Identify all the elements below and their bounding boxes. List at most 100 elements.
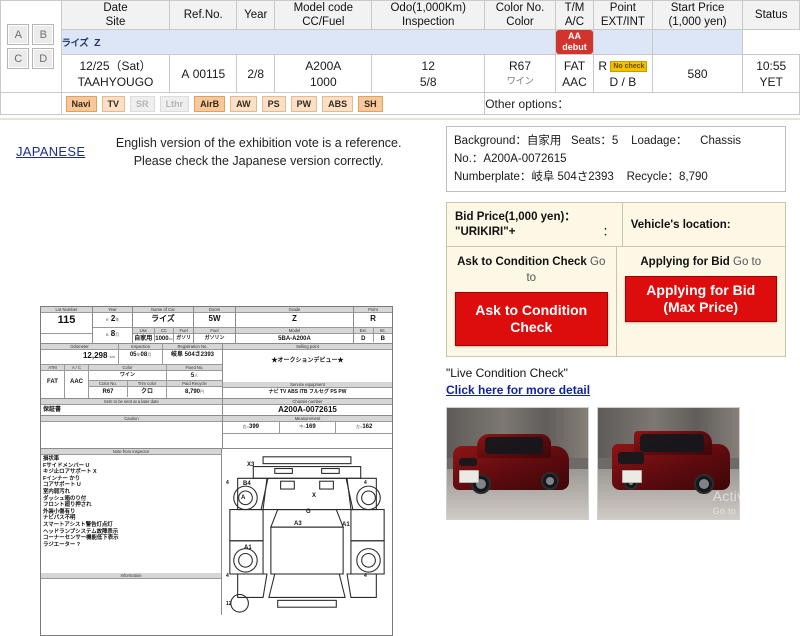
sheet-inspector-notes: Note from inspector 損状車 Fサイドメンバー U キジ止ロアサポ…	[41, 449, 222, 615]
vehicle-info-box: Background：自家用 Seats：5 Loadage： Chassis …	[446, 126, 786, 192]
corner-button-group: A B C D	[0, 0, 62, 93]
header-color: Color No. Color	[484, 0, 556, 30]
inspector-note-line: スマートアシスト警告灯点灯	[43, 521, 113, 528]
option-badge-navi[interactable]: Navi	[65, 95, 97, 112]
point-value: R	[598, 58, 607, 73]
sheet-row-item-chassis: Item to be sent at a later date 保証書 Chas…	[41, 399, 392, 416]
sheet-measurement: Measurement 右=399 中=169 左=162	[223, 416, 392, 448]
ask-condition-column: Ask to Condition Check Go to Ask to Cond…	[447, 247, 617, 356]
live-condition-check-label: "Live Condition Check"	[446, 366, 568, 380]
option-badge-sh[interactable]: SH	[358, 95, 383, 112]
corner-button-a[interactable]: A	[7, 24, 30, 45]
header-date-site: Date Site	[60, 0, 171, 30]
inspector-note-line: フロント廻り押され	[43, 502, 92, 509]
diagram-mark-x: X	[312, 493, 317, 499]
cell-year: 2/8	[236, 54, 276, 93]
cell-status: 10:55 YET	[742, 54, 800, 93]
right-column: Background：自家用 Seats：5 Loadage： Chassis …	[440, 120, 800, 520]
header-model-code: Model code CC/Fuel	[274, 0, 373, 30]
sheet-point-ext-int: Point R Ext. D Int. B	[354, 307, 392, 343]
left-column: JAPANESE English version of the exhibiti…	[0, 120, 440, 636]
bid-panel: Bid Price(1,000 yen)： "URIKIRI"+ ： Vehic…	[446, 202, 786, 357]
table-header-row: A B C D Date Site Ref.No. Year Model code…	[0, 0, 800, 93]
option-badge-ps[interactable]: PS	[261, 95, 286, 112]
cell-tm-ac: FAT AAC	[554, 54, 595, 93]
option-badge-airb[interactable]: AirB	[194, 95, 226, 112]
sheet-name-of-car-block: Name of Car ライズ Use 自家用 CC 1000cc Fuel ガ…	[133, 307, 194, 350]
inspector-note-line: 室内弱汚れ	[43, 488, 70, 495]
diagram-mark-4-fr: 4	[364, 480, 367, 486]
sheet-caution: Caution	[41, 416, 223, 448]
car-grade: Z	[94, 37, 101, 49]
car-damage-diagram[interactable]: X3 B4 A X G A3 A1 A1 4 4 4 4 12	[222, 449, 392, 615]
cell-color: R67 ワイン	[484, 54, 556, 93]
aa-debut-badge: AA debut	[555, 30, 594, 54]
diagram-mark-b4: B4	[243, 481, 251, 487]
header-status: Status	[742, 0, 800, 30]
bid-price-section: Bid Price(1,000 yen)： "URIKIRI"+ ：	[447, 203, 623, 246]
ask-to-condition-check-button[interactable]: Ask to Condition Check	[455, 292, 608, 346]
diagram-mark-g: G	[306, 509, 311, 515]
applying-bid-column: Applying for Bid Go to Applying for Bid …	[617, 247, 786, 356]
option-badge-tv[interactable]: TV	[101, 95, 126, 112]
sheet-grade-model: Grade Z Model 5BA-A200A	[236, 307, 354, 343]
ask-goto-text: Ask to Condition Check Go to	[457, 256, 606, 284]
other-options-label: Other options：	[484, 92, 800, 115]
inspector-notes-list: 損状車 Fサイドメンバー U キジ止ロアサポート X Fインナー かり コアサポート U…	[41, 455, 221, 573]
inspector-note-line: ラジエーター ?	[43, 541, 81, 548]
vehicle-photos	[446, 407, 786, 520]
option-badge-abs[interactable]: ABS	[322, 95, 354, 112]
rear-three-quarter-photo[interactable]	[597, 407, 740, 520]
cell-refno: A 00115	[169, 54, 238, 93]
option-badge-lthr[interactable]: Lthr	[159, 95, 190, 112]
corner-button-d[interactable]: D	[32, 48, 55, 69]
header-refno: Ref.No.	[169, 0, 238, 30]
car-name-grade: ライズ Z	[60, 29, 556, 55]
live-condition-check-block: "Live Condition Check" Click here for mo…	[446, 365, 786, 399]
diagram-mark-a1-right: A1	[342, 522, 350, 528]
options-spacer	[0, 92, 62, 115]
more-detail-link[interactable]: Click here for more detail	[446, 383, 590, 397]
notice-bar: JAPANESE English version of the exhibiti…	[0, 120, 440, 174]
corner-button-b[interactable]: B	[32, 24, 55, 45]
diagram-mark-a: A	[241, 495, 246, 501]
option-badge-pw[interactable]: PW	[290, 95, 318, 112]
option-badge-sr[interactable]: SR	[130, 95, 155, 112]
grade-row: ライズ Z AA debut	[1, 29, 800, 55]
cell-model-code: A200A 1000	[274, 54, 373, 93]
option-badge-aw[interactable]: AW	[230, 95, 257, 112]
diagram-mark-4-rr: 4	[364, 573, 367, 579]
diagram-mark-x3: X3	[247, 462, 255, 468]
apply-button-line2: (Max Price)	[663, 299, 739, 315]
header-year: Year	[236, 0, 276, 30]
urikiri-colon: ：	[602, 226, 614, 238]
front-three-quarter-photo[interactable]	[446, 407, 589, 520]
sheet-row-notes-diagram: Note from inspector 損状車 Fサイドメンバー U キジ止ロアサポ…	[41, 449, 392, 615]
vehicle-location-label: Vehicle's location:	[630, 218, 731, 231]
auction-inspection-sheet[interactable]: Lot Number 115 Year R 2年 B 8月 Name of Ca…	[40, 306, 393, 636]
diagram-mark-4-fl: 4	[226, 480, 229, 486]
vehicle-location-section: Vehicle's location:	[623, 203, 785, 246]
header-odo: Odo(1,000Km) Inspection	[371, 0, 486, 30]
grade-row-spacer-status	[651, 29, 744, 55]
aa-debut-cell: AA debut	[554, 29, 595, 55]
ext-int-value: D / B	[609, 74, 637, 89]
sheet-row-identity: Lot Number 115 Year R 2年 B 8月 Name of Ca…	[41, 307, 392, 350]
table-row[interactable]: 12/25（Sat） TAAHYOUGO A 00115 2/8 A200A 1…	[1, 54, 800, 93]
options-row: Navi TV SR Lthr AirB AW PS PW ABS SH Other option…	[0, 92, 800, 115]
grade-row-spacer-price	[593, 29, 653, 55]
bid-price-label: Bid Price(1,000 yen)：	[455, 211, 576, 223]
diagram-mark-a1-left: A1	[244, 545, 252, 551]
applying-for-bid-button[interactable]: Applying for Bid (Max Price)	[624, 276, 777, 322]
inspector-note-line: ヘッドランプシステム故障表示	[43, 528, 119, 535]
corner-button-c[interactable]: C	[7, 48, 30, 69]
sheet-chassis-number: Chassis number A200A-0072615	[223, 399, 392, 415]
sheet-doors-fuel: Doors 5W Fuel ガソリン	[194, 307, 236, 343]
sheet-selling-point: Selling point ★オークションデビュー★ Service equip…	[223, 344, 392, 398]
cell-point-extint: R No check D / B	[593, 54, 653, 93]
car-name-kana: ライズ	[61, 38, 89, 49]
japanese-version-link[interactable]: JAPANESE	[16, 144, 85, 159]
cell-start-price: 580	[651, 54, 744, 93]
apply-goto-text: Applying for Bid Go to	[640, 256, 762, 268]
bid-panel-actions: Ask to Condition Check Go to Ask to Cond…	[447, 247, 785, 356]
